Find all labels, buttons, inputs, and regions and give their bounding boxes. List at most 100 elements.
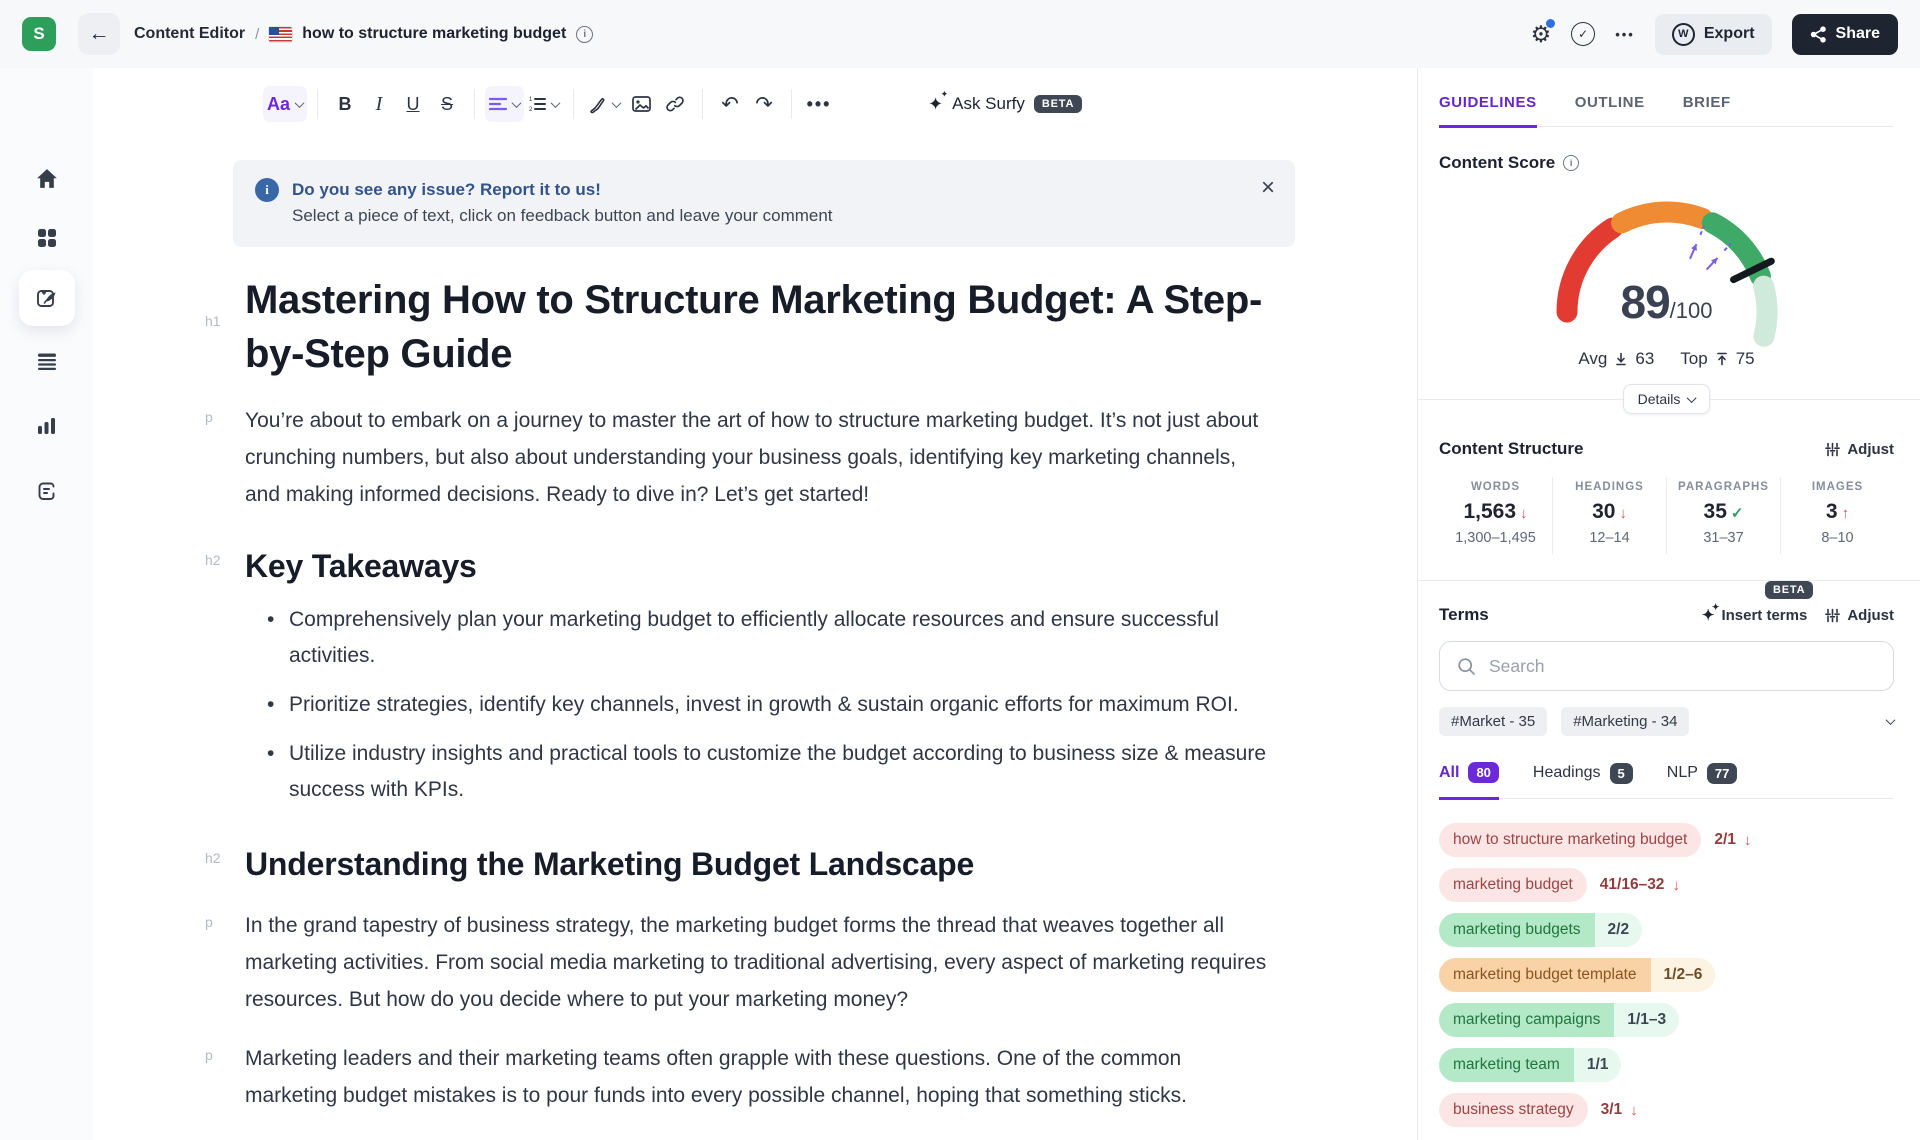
editor-area: Aa B I U S 12: [93, 68, 1417, 1140]
section-divider: [1418, 580, 1920, 581]
sparkle-icon: ✦: [928, 95, 943, 113]
stat-headings: HEADINGS 30↓ 12–14: [1552, 477, 1666, 554]
svg-text:2: 2: [529, 107, 533, 112]
list-dropdown[interactable]: 12: [524, 86, 563, 122]
brush-icon: [588, 95, 607, 114]
avg-down-icon: [1614, 352, 1628, 366]
image-icon: [632, 96, 651, 112]
sidebar-item-audit[interactable]: [19, 463, 75, 519]
term-row[interactable]: marketing team1/1: [1439, 1048, 1894, 1082]
insert-image-button[interactable]: [624, 86, 658, 122]
sidebar-item-content-editor[interactable]: [19, 270, 75, 326]
undo-button[interactable]: ↶: [713, 86, 747, 122]
panel-tabs: GUIDELINES OUTLINE BRIEF: [1439, 68, 1894, 127]
chevron-down-icon: [551, 98, 561, 108]
banner-subtitle: Select a piece of text, click on feedbac…: [292, 203, 833, 229]
home-icon: [36, 168, 58, 189]
tab-outline[interactable]: OUTLINE: [1575, 94, 1645, 126]
block-tag-h2: h2: [205, 850, 221, 866]
align-left-icon: [489, 97, 507, 111]
list-item[interactable]: Utilize industry insights and practical …: [245, 736, 1275, 808]
term-row[interactable]: marketing campaigns1/1–3: [1439, 1003, 1894, 1037]
export-button[interactable]: W Export: [1655, 14, 1772, 55]
document-title[interactable]: how to structure marketing budget: [302, 25, 566, 43]
ordered-list-icon: 12: [528, 96, 546, 112]
doc-heading-key-takeaways[interactable]: Key Takeaways: [245, 546, 1275, 586]
hashtag-chip[interactable]: #Marketing - 34: [1561, 707, 1689, 736]
app-logo[interactable]: S: [22, 17, 56, 51]
insert-link-button[interactable]: [658, 86, 692, 122]
terms-adjust-button[interactable]: Adjust: [1825, 607, 1894, 624]
block-tag-h1: h1: [205, 313, 221, 329]
bold-button[interactable]: B: [328, 86, 362, 122]
check-circle-icon[interactable]: ✓: [1571, 22, 1595, 46]
score-info-icon[interactable]: i: [1563, 155, 1579, 171]
export-label: Export: [1704, 25, 1755, 43]
avg-label: Avg: [1578, 349, 1607, 369]
chevron-down-icon[interactable]: [1886, 715, 1896, 725]
highlight-dropdown[interactable]: [584, 86, 624, 122]
term-row[interactable]: business strategy 3/1 ↓: [1439, 1093, 1894, 1127]
structure-adjust-button[interactable]: Adjust: [1825, 441, 1894, 458]
terms-tab-all[interactable]: All 80: [1439, 762, 1499, 800]
check-icon: ✓: [1731, 505, 1744, 522]
sidebar-item-documents[interactable]: [19, 333, 75, 389]
sidebar-item-home[interactable]: [19, 150, 75, 206]
text-style-dropdown[interactable]: Aa: [263, 86, 307, 122]
toolbar-separator: [474, 89, 475, 119]
score-value-display: 89/100: [1542, 275, 1792, 329]
term-row[interactable]: marketing budget 41/16–32 ↓: [1439, 868, 1894, 902]
insert-terms-button[interactable]: BETA ✦ Insert terms: [1702, 607, 1807, 624]
doc-intro-paragraph[interactable]: You’re about to embark on a journey to m…: [245, 403, 1275, 514]
doc-info-icon[interactable]: i: [576, 26, 593, 43]
chevron-down-icon: [295, 98, 305, 108]
ask-surfy-button[interactable]: ✦ Ask Surfy BETA: [928, 94, 1082, 114]
list-item[interactable]: Comprehensively plan your marketing budg…: [245, 602, 1275, 674]
italic-button[interactable]: I: [362, 86, 396, 122]
term-row[interactable]: marketing budget template1/2–6: [1439, 958, 1894, 992]
breadcrumb-section[interactable]: Content Editor: [134, 25, 245, 43]
doc-paragraph-2[interactable]: In the grand tapestry of business strate…: [245, 908, 1275, 1019]
sidebar-item-analytics[interactable]: [19, 397, 75, 453]
search-placeholder: Search: [1489, 656, 1544, 677]
strikethrough-button[interactable]: S: [430, 86, 464, 122]
back-button[interactable]: ←: [78, 13, 120, 55]
stacked-lines-icon: [37, 353, 57, 370]
term-row[interactable]: how to structure marketing budget 2/1 ↓: [1439, 823, 1894, 857]
hashtag-chip[interactable]: #Market - 35: [1439, 707, 1547, 736]
hashtag-filters: #Market - 35 #Marketing - 34: [1439, 707, 1894, 736]
details-button[interactable]: Details: [1623, 384, 1711, 414]
settings-gear-icon[interactable]: ⚙: [1531, 23, 1552, 46]
top-label: Top: [1680, 349, 1707, 369]
list-item[interactable]: Prioritize strategies, identify key chan…: [245, 687, 1275, 723]
terms-tab-nlp[interactable]: NLP 77: [1667, 763, 1738, 798]
underline-button[interactable]: U: [396, 86, 430, 122]
alignment-dropdown[interactable]: [485, 86, 524, 122]
trend-down-icon: ↓: [1744, 832, 1752, 849]
key-takeaways-list[interactable]: Comprehensively plan your marketing budg…: [245, 602, 1275, 809]
svg-text:1: 1: [529, 97, 533, 103]
search-icon: [1457, 657, 1476, 676]
count-badge: 5: [1610, 763, 1633, 784]
terms-header: Terms BETA ✦ Insert terms Adjust: [1439, 605, 1894, 625]
ask-surfy-label: Ask Surfy: [952, 94, 1025, 114]
share-button[interactable]: Share: [1792, 14, 1898, 55]
document-body[interactable]: h1 Mastering How to Structure Marketing …: [245, 273, 1275, 1115]
doc-heading-understanding[interactable]: Understanding the Marketing Budget Lands…: [245, 844, 1275, 884]
terms-search-input[interactable]: Search: [1439, 641, 1894, 691]
gauge-avg-marker: [1690, 226, 1704, 259]
toolbar-separator: [317, 89, 318, 119]
term-row[interactable]: marketing budgets2/2: [1439, 913, 1894, 947]
grid-icon: [37, 228, 57, 248]
terms-tab-headings[interactable]: Headings 5: [1533, 763, 1633, 798]
tab-guidelines[interactable]: GUIDELINES: [1439, 94, 1537, 128]
toolbar-more-icon[interactable]: •••: [802, 86, 836, 122]
tab-brief[interactable]: BRIEF: [1683, 94, 1731, 126]
redo-button[interactable]: ↷: [747, 86, 781, 122]
more-options-icon[interactable]: •••: [1615, 27, 1635, 42]
doc-paragraph-3[interactable]: Marketing leaders and their marketing te…: [245, 1041, 1275, 1115]
sidebar-item-dashboard[interactable]: [19, 210, 75, 266]
close-icon[interactable]: ×: [1261, 176, 1275, 200]
sliders-icon: [1825, 608, 1840, 623]
doc-heading-1[interactable]: Mastering How to Structure Marketing Bud…: [245, 273, 1275, 381]
